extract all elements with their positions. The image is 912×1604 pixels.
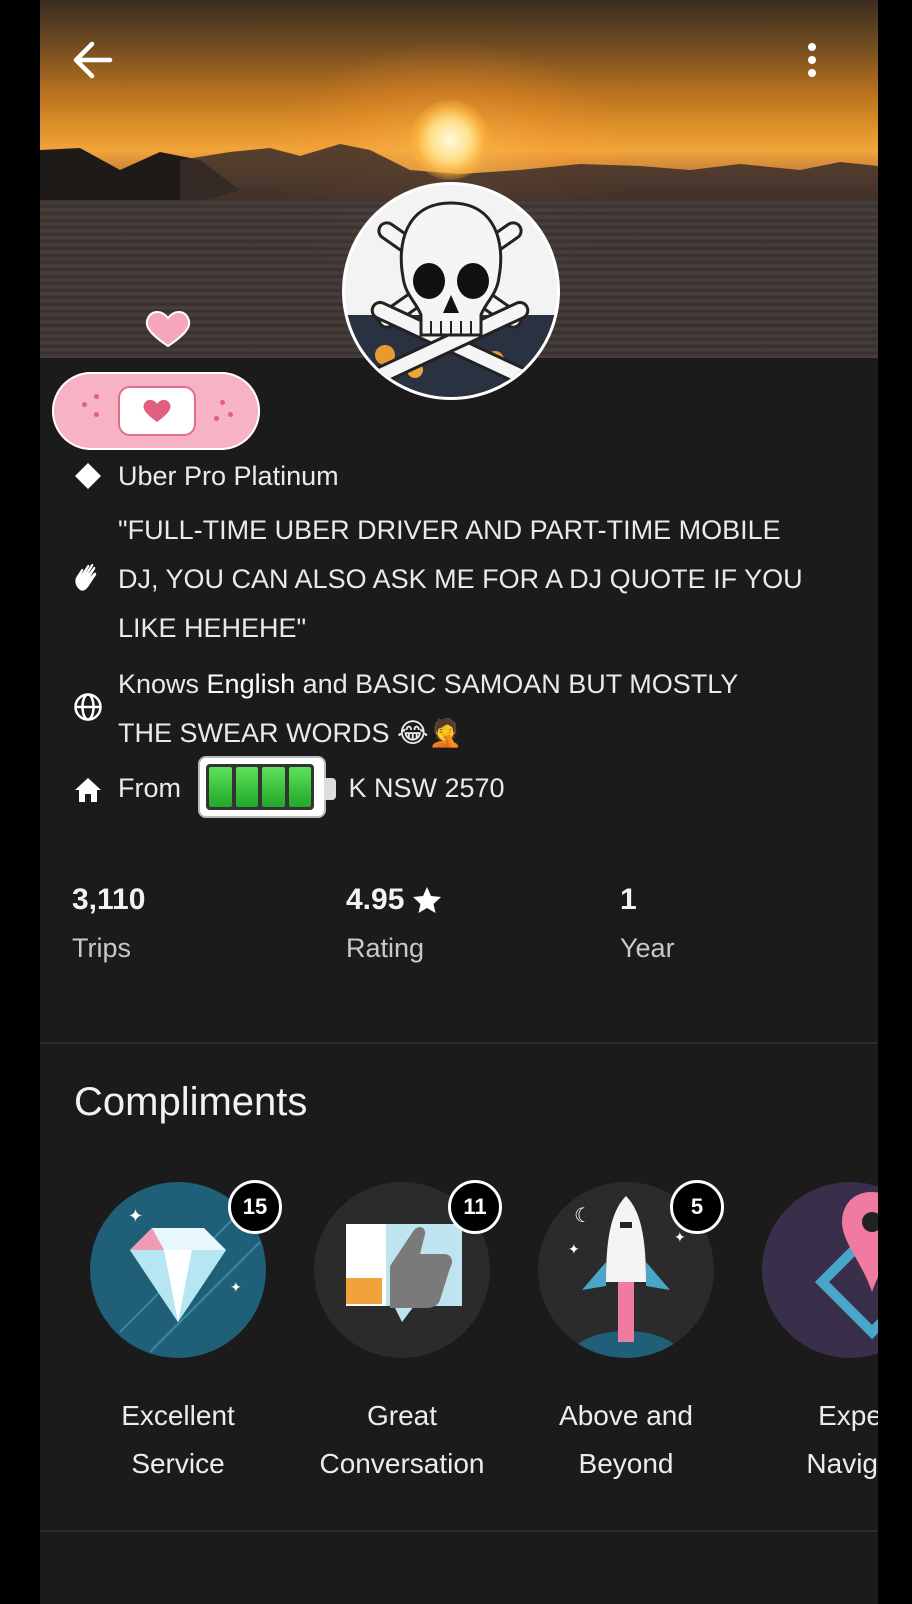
skull-crossbones-image (345, 201, 557, 397)
divider (40, 1042, 878, 1044)
bio-text: "FULL-TIME UBER DRIVER AND PART-TIME MOB… (118, 515, 803, 643)
compliment-label: Great Conversation (319, 1400, 485, 1479)
tier-label: Uber Pro Platinum (118, 461, 339, 491)
compliment-count-badge: 15 (228, 1180, 282, 1234)
back-arrow-icon (73, 41, 113, 79)
compliment-label: Above and Beyond (559, 1400, 693, 1479)
svg-text:☾: ☾ (574, 1205, 592, 1227)
star-icon (413, 887, 442, 913)
stat-trips: 3,110 Trips (72, 880, 145, 968)
compliment-label: Excellent Service (121, 1400, 235, 1479)
more-options-button[interactable] (792, 32, 832, 88)
compliment-great-conversation[interactable]: 11 Great Conversation (290, 1180, 514, 1488)
heart-icon (143, 399, 171, 422)
compliment-label: ExpeNaviga (806, 1400, 878, 1479)
compliments-title: Compliments (74, 1080, 308, 1124)
svg-text:✦: ✦ (674, 1229, 686, 1245)
bandage-sticker (52, 372, 260, 450)
driver-profile-screen: Uber Pro Platinum "FULL-TIME UBER DRIVER… (40, 0, 878, 1604)
divider (40, 1530, 878, 1532)
compliment-above-and-beyond[interactable]: ☾ ✦ ✦ 5 Above and Beyond (514, 1180, 738, 1488)
bio-row: "FULL-TIME UBER DRIVER AND PART-TIME MOB… (70, 506, 818, 653)
tier-row: Uber Pro Platinum (70, 452, 339, 501)
svg-text:✦: ✦ (230, 1279, 242, 1295)
svg-text:✦: ✦ (568, 1241, 580, 1257)
globe-icon (74, 693, 102, 721)
stat-years-label: Year (620, 933, 675, 963)
compliment-expert-navigation[interactable]: ExpeNaviga (738, 1182, 878, 1488)
compliment-count-badge: 11 (448, 1180, 502, 1234)
stat-trips-value: 3,110 (72, 883, 146, 916)
driver-avatar[interactable] (342, 182, 560, 400)
svg-text:✦: ✦ (128, 1206, 143, 1226)
stat-years-value: 1 (620, 883, 637, 916)
more-vertical-icon (808, 43, 816, 77)
heart-sticker (145, 311, 191, 348)
battery-sticker (198, 756, 336, 818)
compliment-count-badge: 5 (670, 1180, 724, 1234)
home-icon (75, 778, 101, 802)
stat-rating-label: Rating (346, 933, 425, 963)
map-pin-icon (814, 1192, 878, 1340)
back-button[interactable] (64, 32, 120, 88)
stat-years: 1 Year (620, 880, 675, 968)
diamond-icon (75, 463, 101, 489)
languages-text: Knows English and BASIC SAMOAN BUT MOSTL… (118, 669, 738, 748)
stat-trips-label: Trips (72, 933, 131, 963)
languages-row: Knows English and BASIC SAMOAN BUT MOSTL… (70, 660, 798, 758)
compliment-excellent-service[interactable]: ✦ ✦ 15 Excellent Service (66, 1180, 290, 1488)
stat-rating: 4.95 Rating (346, 880, 442, 968)
waving-hand-icon (75, 563, 97, 591)
stat-rating-value: 4.95 (346, 883, 405, 916)
